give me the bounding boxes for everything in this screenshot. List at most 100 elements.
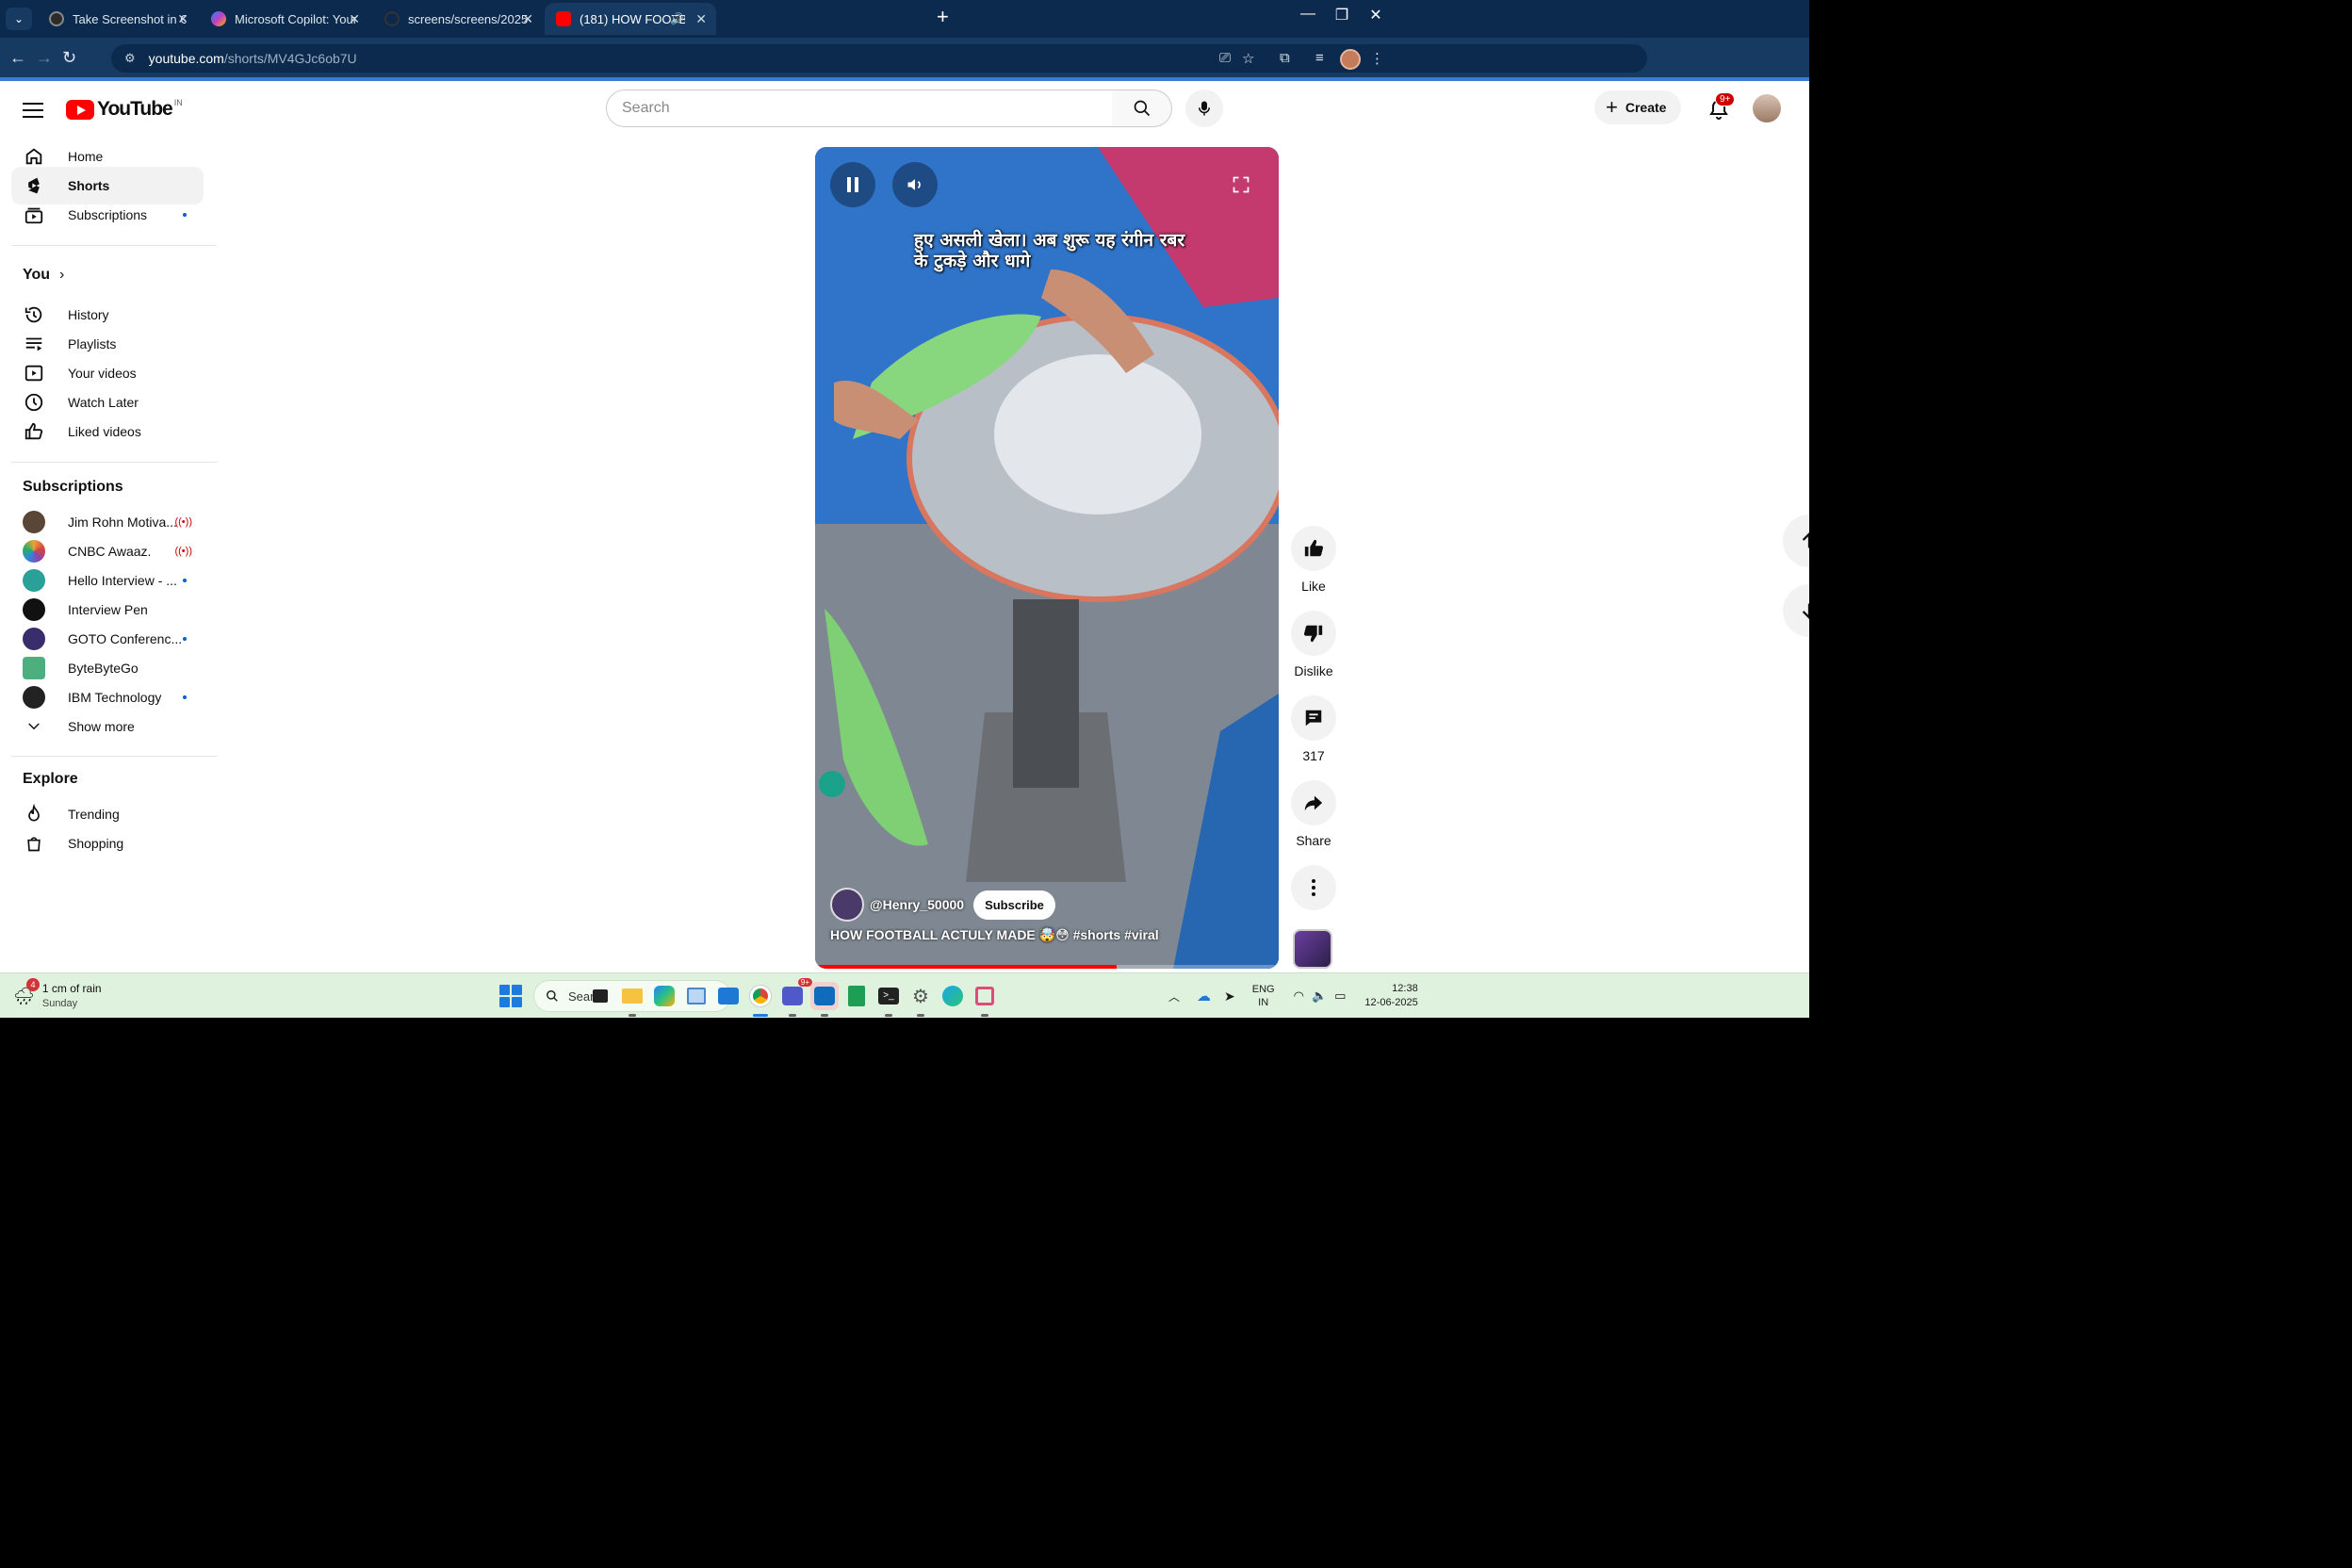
chevron-down-icon [23, 715, 45, 738]
subscriptions-header: Subscriptions [23, 479, 123, 495]
sheets-icon[interactable] [842, 982, 871, 1010]
like-button[interactable] [1291, 526, 1336, 571]
sidebar-item-subscriptions[interactable]: Subscriptions [11, 196, 204, 234]
sidebar-item-label: History [68, 307, 109, 322]
youtube-logo[interactable]: YouTube IN [66, 98, 183, 121]
clock[interactable]: 12:38 12-06-2025 [1364, 982, 1417, 1010]
share-button[interactable] [1291, 780, 1336, 825]
fullscreen-button[interactable] [1218, 162, 1264, 207]
tab-search-button[interactable]: ⌄ [6, 8, 32, 30]
youtube-favicon-icon [556, 11, 571, 26]
close-tab-icon[interactable]: ✕ [695, 11, 707, 27]
shopping-icon [23, 832, 45, 855]
audio-playing-icon[interactable]: 🔊 [670, 12, 684, 25]
bookmark-star-icon[interactable]: ☆ [1242, 50, 1254, 67]
channel-name: ByteByteGo [68, 661, 139, 676]
back-button[interactable]: ← [9, 48, 26, 68]
extensions-icon[interactable]: ⧉ [1280, 50, 1290, 66]
notepad-icon[interactable] [682, 982, 710, 1010]
new-content-dot [183, 213, 187, 217]
sidebar-item-liked-videos[interactable]: Liked videos [11, 413, 204, 450]
search-input[interactable] [607, 90, 1112, 126]
progress-fill [815, 965, 1117, 969]
guide-menu-icon[interactable] [23, 98, 43, 122]
new-tab-button[interactable]: + [937, 5, 949, 29]
copilot-app-icon[interactable] [650, 982, 678, 1010]
close-tab-icon[interactable]: ✕ [522, 11, 533, 27]
more-action [1291, 865, 1336, 910]
task-view-icon[interactable] [586, 982, 614, 1010]
speaker-icon[interactable]: 🔈 [1312, 988, 1327, 1004]
subscriptions-icon [23, 204, 45, 226]
channel-avatar[interactable] [830, 888, 864, 922]
new-content-dot [183, 637, 187, 641]
sidebar-you-header[interactable]: You › [11, 256, 204, 294]
language-indicator[interactable]: ENG IN [1252, 983, 1275, 1009]
comments-button[interactable] [1291, 695, 1336, 741]
browser-profile-avatar[interactable] [1340, 49, 1361, 70]
browser-tab[interactable]: screens/screens/2025-06-12_09 ✕ [373, 3, 543, 35]
location-icon[interactable]: ➤ [1224, 988, 1235, 1004]
wifi-icon[interactable]: ◠ [1294, 988, 1304, 1004]
sidebar-item-shopping[interactable]: Shopping [11, 825, 204, 862]
battery-icon[interactable]: ▭ [1334, 988, 1346, 1004]
minimize-button[interactable]: — [1289, 6, 1327, 23]
close-tab-icon[interactable]: ✕ [349, 11, 360, 27]
channel-name: Jim Rohn Motiva... [68, 514, 177, 530]
url-host: youtube.com [148, 51, 224, 66]
arrow-down-icon [1802, 603, 1809, 619]
country-code: IN [173, 98, 183, 107]
share-label: Share [1296, 833, 1331, 848]
install-app-icon[interactable]: ⎚ [1219, 50, 1231, 66]
previous-short-button[interactable] [1783, 514, 1809, 567]
short-video-player[interactable]: हुए असली खेला। अब शुरू यह रंगीन रबर के ट… [815, 147, 1279, 969]
chrome-icon[interactable] [746, 982, 775, 1017]
reload-button[interactable]: ↻ [62, 48, 76, 68]
chevron-right-icon: › [59, 267, 65, 283]
media-control-icon[interactable]: ≡ [1315, 50, 1324, 66]
volume-button[interactable] [892, 162, 938, 207]
browser-menu-icon[interactable]: ⋮ [1370, 50, 1384, 67]
snipping-tool-icon[interactable] [971, 982, 999, 1017]
more-actions-button[interactable] [1291, 865, 1336, 910]
settings-icon[interactable]: ⚙ [906, 982, 935, 1017]
browser-tab-active[interactable]: (181) HOW FOOTBALL ACTULY MADE 🔊 ✕ [545, 3, 716, 35]
start-button[interactable] [499, 985, 522, 1007]
restore-button[interactable]: ❐ [1323, 6, 1361, 24]
account-avatar[interactable] [1753, 94, 1781, 122]
pause-button[interactable] [830, 162, 875, 207]
outlook-icon[interactable] [810, 982, 839, 1017]
dislike-button[interactable] [1291, 611, 1336, 656]
channel-name: Hello Interview - ... [68, 573, 177, 588]
site-info-icon[interactable]: ⚙ [124, 51, 136, 66]
video-title[interactable]: HOW FOOTBALL ACTULY MADE 🤯😳 #shorts #vir… [830, 927, 1159, 943]
photos-icon[interactable] [714, 982, 743, 1010]
channel-name[interactable]: @Henry_50000 [870, 897, 964, 912]
close-tab-icon[interactable]: ✕ [177, 11, 188, 27]
onedrive-icon[interactable]: ☁ [1197, 988, 1211, 1004]
search-button[interactable] [1112, 90, 1172, 127]
clock-icon [23, 391, 45, 414]
sidebar-show-more[interactable]: Show more [11, 708, 204, 745]
browser-tab[interactable]: Take Screenshot in GCC ✕ [38, 3, 198, 35]
address-bar[interactable]: ⚙ youtube.com/shorts/MV4GJc6ob7U [111, 44, 1647, 73]
explore-header: Explore [23, 771, 78, 787]
forward-button[interactable]: → [36, 48, 53, 68]
progress-bar[interactable] [815, 965, 1279, 969]
like-label: Like [1301, 579, 1326, 594]
windows-taskbar: 🌧 4 1 cm of rain Sunday Search 9+ >_ ⚙ ︿… [0, 972, 1809, 1018]
close-window-button[interactable]: ✕ [1357, 6, 1395, 24]
teams-icon[interactable]: 9+ [778, 978, 812, 1017]
next-short-button[interactable] [1783, 584, 1809, 637]
edge-icon[interactable] [939, 982, 967, 1010]
sound-remix-thumbnail[interactable] [1293, 929, 1332, 969]
terminal-icon[interactable]: >_ [874, 982, 903, 1017]
subscribe-button[interactable]: Subscribe [973, 890, 1055, 920]
url-path: /shorts/MV4GJc6ob7U [223, 51, 357, 66]
browser-tab[interactable]: Microsoft Copilot: Your AI companion ✕ [200, 3, 369, 35]
create-button[interactable]: + Create [1594, 90, 1682, 124]
weather-widget[interactable]: 🌧 4 1 cm of rain Sunday [13, 978, 102, 1011]
file-explorer-icon[interactable] [618, 982, 646, 1017]
chevron-up-icon[interactable]: ︿ [1168, 988, 1180, 1004]
voice-search-button[interactable] [1185, 90, 1223, 127]
